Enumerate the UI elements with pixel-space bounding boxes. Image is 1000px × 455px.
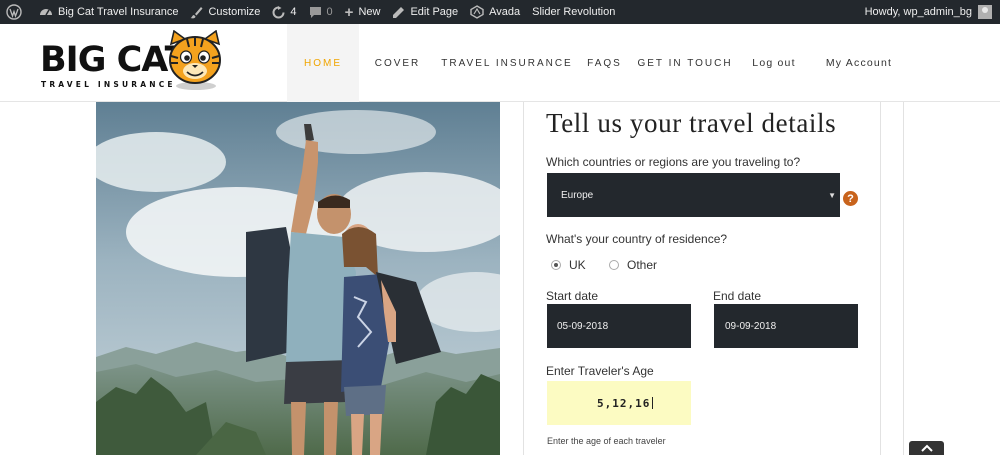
start-date-label: Start date — [546, 289, 599, 303]
nav-item-travel-insurance[interactable]: TRAVEL INSURANCE — [436, 24, 578, 102]
form-title: Tell us your travel details — [546, 108, 837, 138]
site-header: BIG CAT TRAVEL INSURANCE HOME COVER TRAV… — [0, 24, 1000, 102]
nav-item-log-out[interactable]: Log out — [739, 24, 809, 102]
end-date-input[interactable]: 09-09-2018 — [714, 304, 858, 348]
traveler-age-input[interactable]: 5,12,16 — [547, 381, 691, 425]
howdy-label: Howdy, wp_admin_bg — [864, 6, 972, 18]
countries-select[interactable]: Europe ▼ — [547, 173, 840, 217]
residence-label: What's your country of residence? — [546, 232, 728, 246]
nav-item-my-account[interactable]: My Account — [809, 24, 909, 102]
avada-icon — [470, 5, 484, 19]
plus-icon: + — [344, 3, 354, 21]
nav-item-cover[interactable]: COVER — [359, 24, 436, 102]
age-hint: Enter the age of each traveler — [547, 436, 666, 446]
age-value: 5,12,16 — [597, 396, 651, 410]
admin-bar-site-link[interactable]: Big Cat Travel Insurance — [33, 0, 184, 24]
comment-icon — [309, 6, 321, 18]
pencil-icon — [393, 6, 405, 18]
nav-item-home[interactable]: HOME — [287, 24, 359, 102]
site-name: Big Cat Travel Insurance — [58, 6, 179, 18]
admin-bar-slider-revolution[interactable]: Slider Revolution — [526, 0, 621, 24]
brush-icon — [190, 6, 203, 18]
admin-bar-customize[interactable]: Customize — [184, 0, 266, 24]
comments-count: 0 — [326, 6, 333, 18]
text-caret — [652, 397, 654, 409]
residence-option-other[interactable]: Other — [609, 258, 657, 272]
divider — [903, 102, 904, 455]
chevron-up-icon — [920, 444, 933, 452]
start-date-input[interactable]: 05-09-2018 — [547, 304, 691, 348]
nav-item-get-in-touch[interactable]: GET IN TOUCH — [631, 24, 739, 102]
dashboard-icon — [40, 9, 52, 16]
main-nav: HOME COVER TRAVEL INSURANCE FAQS GET IN … — [287, 24, 909, 102]
residence-option-uk[interactable]: UK — [551, 258, 586, 272]
admin-bar-updates[interactable]: 4 — [266, 0, 302, 24]
admin-bar-avada[interactable]: Avada — [464, 0, 526, 24]
nav-item-faqs[interactable]: FAQS — [578, 24, 631, 102]
site-logo[interactable]: BIG CAT TRAVEL INSURANCE — [38, 30, 228, 94]
radio-other-label: Other — [627, 258, 658, 272]
tiger-cat-logo-icon — [169, 30, 221, 90]
avatar — [978, 5, 992, 19]
scroll-to-top-button[interactable] — [909, 441, 944, 455]
admin-bar-account[interactable]: Howdy, wp_admin_bg — [865, 0, 1000, 24]
wp-admin-bar: Big Cat Travel Insurance Customize 4 0 +… — [0, 0, 1000, 24]
hero-photo — [96, 102, 500, 455]
help-question-icon[interactable]: ? — [843, 191, 858, 206]
admin-bar-edit-page[interactable]: Edit Page — [386, 0, 464, 24]
age-label: Enter Traveler's Age — [546, 364, 654, 378]
radio-uk-label: UK — [569, 258, 586, 272]
updates-count: 4 — [290, 6, 297, 18]
radio-other[interactable] — [609, 260, 619, 270]
admin-bar-comments[interactable]: 0 — [303, 0, 339, 24]
wordpress-logo-icon[interactable] — [0, 0, 33, 24]
dropdown-arrow-icon: ▼ — [828, 191, 836, 200]
end-date-label: End date — [713, 289, 762, 303]
logo-subtitle: TRAVEL INSURANCE — [41, 80, 176, 89]
countries-label: Which countries or regions are you trave… — [546, 155, 801, 169]
new-label: New — [358, 6, 381, 18]
avada-label: Avada — [489, 6, 521, 18]
customize-label: Customize — [208, 6, 261, 18]
travel-details-form: Tell us your travel details Which countr… — [523, 102, 881, 455]
countries-selected-value: Europe — [561, 189, 594, 201]
updates-icon — [272, 5, 285, 18]
admin-bar-new[interactable]: + New — [339, 0, 387, 24]
edit-page-label: Edit Page — [410, 6, 459, 18]
slider-revolution-label: Slider Revolution — [532, 6, 616, 18]
radio-uk[interactable] — [551, 260, 561, 270]
